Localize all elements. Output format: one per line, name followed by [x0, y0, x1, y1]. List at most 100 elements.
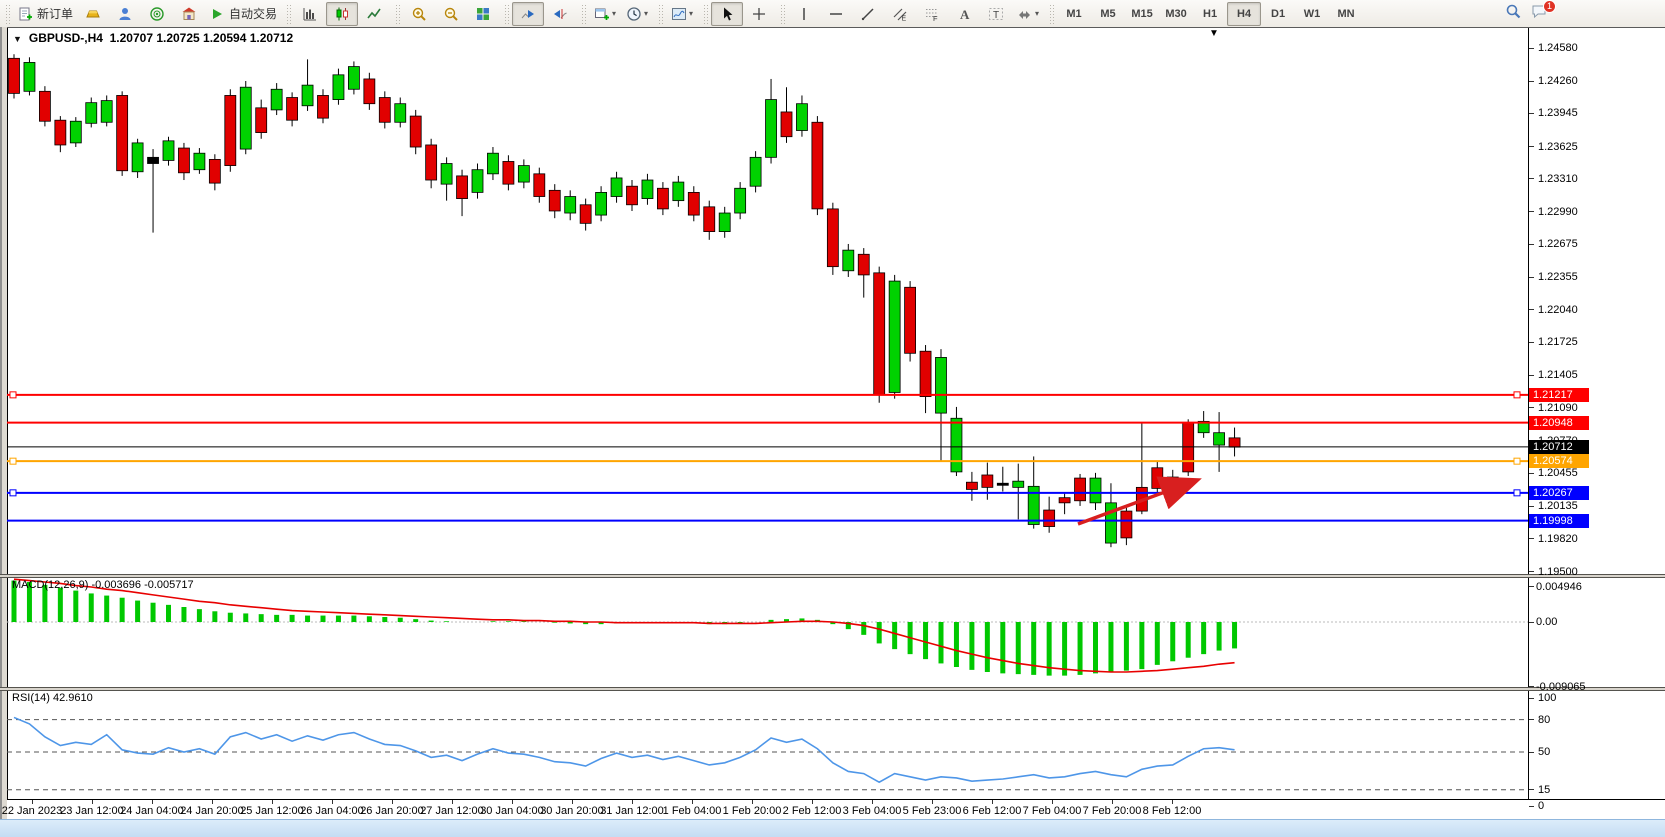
- new-chart-button[interactable]: ▾: [589, 2, 621, 26]
- timeframe-h4-button[interactable]: H4: [1227, 2, 1261, 26]
- line-handle[interactable]: [10, 458, 16, 464]
- periods-button[interactable]: ▾: [621, 2, 653, 26]
- gold-ingot-button[interactable]: [77, 2, 109, 26]
- candle: [843, 250, 854, 271]
- candle: [565, 197, 576, 214]
- candle: [1121, 511, 1132, 538]
- chat-button[interactable]: 1: [1531, 3, 1549, 19]
- chart-line-button[interactable]: [358, 2, 390, 26]
- price-axis-tick: [1529, 375, 1534, 376]
- rsi-line: [14, 717, 1235, 782]
- price-axis-tick: [1529, 342, 1534, 343]
- horizontal-line-button[interactable]: [820, 2, 852, 26]
- chart-shift-button[interactable]: [544, 2, 576, 26]
- autotrading-button[interactable]: 自动交易: [205, 2, 281, 26]
- chart-bars-button[interactable]: [294, 2, 326, 26]
- price-axis-label: 1.22990: [1538, 206, 1578, 218]
- zoom-in-button[interactable]: [403, 2, 435, 26]
- candle: [966, 482, 977, 489]
- main-chart-canvas[interactable]: [7, 28, 1528, 574]
- candle: [534, 174, 545, 197]
- timeframe-m30-button[interactable]: M30: [1159, 2, 1193, 26]
- toolbar-grip: [286, 4, 291, 24]
- price-axis-tick: [1529, 506, 1534, 507]
- price-axis-label: 1.22355: [1538, 271, 1578, 283]
- templates-dropdown-caret[interactable]: ▾: [689, 9, 693, 18]
- macd-panel-canvas[interactable]: [7, 578, 1528, 687]
- candle: [580, 205, 591, 224]
- candle: [796, 104, 807, 131]
- candle: [132, 143, 143, 172]
- timeframe-d1-button[interactable]: D1: [1261, 2, 1295, 26]
- candle: [1229, 438, 1240, 447]
- signals-icon: [149, 6, 165, 22]
- cursor-button[interactable]: [711, 2, 743, 26]
- price-axis-label: 1.21405: [1538, 369, 1578, 381]
- text-button[interactable]: A: [948, 2, 980, 26]
- macd-axis-tick: [1529, 586, 1534, 587]
- auto-scroll-button[interactable]: [512, 2, 544, 26]
- tile-windows-button[interactable]: [467, 2, 499, 26]
- price-axis-tick: [1529, 538, 1534, 539]
- fibonacci-button[interactable]: F: [916, 2, 948, 26]
- candle: [379, 98, 390, 123]
- rsi-panel-canvas[interactable]: [7, 691, 1528, 799]
- timeframe-m15-button[interactable]: M15: [1125, 2, 1159, 26]
- arrows-dropdown-caret[interactable]: ▾: [1035, 9, 1039, 18]
- timeframe-m1-button[interactable]: M1: [1057, 2, 1091, 26]
- price-axis-label: 1.20455: [1538, 467, 1578, 479]
- time-axis-label: 8 Feb 12:00: [1132, 805, 1212, 817]
- candle: [178, 148, 189, 173]
- line-handle[interactable]: [10, 392, 16, 398]
- price-axis-tick: [1529, 113, 1534, 114]
- crosshair-button[interactable]: [743, 2, 775, 26]
- price-axis-tick: [1529, 244, 1534, 245]
- time-axis-tick: [692, 800, 693, 804]
- candle: [1214, 433, 1225, 445]
- timeframe-w1-button[interactable]: W1: [1295, 2, 1329, 26]
- new-chart-dropdown-caret[interactable]: ▾: [612, 9, 616, 18]
- vertical-line-button[interactable]: [788, 2, 820, 26]
- candle: [611, 178, 622, 197]
- price-axis-label: 1.23625: [1538, 141, 1578, 153]
- timeframe-mn-button[interactable]: MN: [1329, 2, 1363, 26]
- market-button[interactable]: [173, 2, 205, 26]
- text-label-button[interactable]: T: [980, 2, 1012, 26]
- periods-dropdown-caret[interactable]: ▾: [644, 9, 648, 18]
- candle: [348, 67, 359, 90]
- new-order-button[interactable]: 新订单: [13, 2, 77, 26]
- candle: [410, 116, 421, 147]
- line-handle[interactable]: [1514, 458, 1520, 464]
- timeframe-m5-button[interactable]: M5: [1091, 2, 1125, 26]
- chart-shift-marker[interactable]: ▼: [1209, 28, 1219, 39]
- candle: [163, 141, 174, 161]
- zoom-out-button[interactable]: [435, 2, 467, 26]
- candle: [256, 108, 267, 133]
- notification-badge: 1: [1543, 0, 1556, 13]
- line-handle[interactable]: [10, 490, 16, 496]
- templates-icon: [671, 6, 687, 22]
- search-icon[interactable]: [1505, 3, 1521, 19]
- equidistant-channel-button[interactable]: E: [884, 2, 916, 26]
- candle: [596, 192, 607, 215]
- rsi-axis-tick: [1529, 806, 1534, 807]
- candle: [781, 112, 792, 137]
- trendline-button[interactable]: [852, 2, 884, 26]
- line-handle[interactable]: [1514, 490, 1520, 496]
- new-chart-icon: [594, 6, 610, 22]
- zoom-in-icon: [411, 6, 427, 22]
- templates-button[interactable]: ▾: [666, 2, 698, 26]
- chart-candlesticks-button[interactable]: [326, 2, 358, 26]
- arrows-button[interactable]: ▾: [1012, 2, 1044, 26]
- price-axis-tick: [1529, 473, 1534, 474]
- candle: [735, 188, 746, 213]
- macd-label: MACD(12,26,9) -0.003696 -0.005717: [12, 579, 194, 591]
- candle: [395, 104, 406, 123]
- candle: [951, 418, 962, 472]
- community-button[interactable]: [109, 2, 141, 26]
- timeframe-h1-button[interactable]: H1: [1193, 2, 1227, 26]
- signals-button[interactable]: [141, 2, 173, 26]
- line-handle[interactable]: [1514, 392, 1520, 398]
- candle: [24, 62, 35, 91]
- candle: [766, 100, 777, 158]
